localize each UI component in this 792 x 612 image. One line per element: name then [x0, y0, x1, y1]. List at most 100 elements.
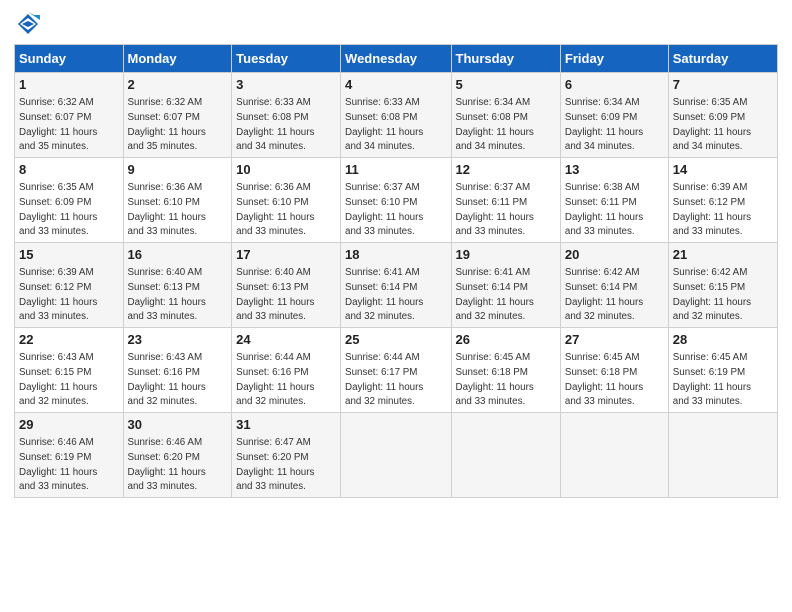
day-info: Sunrise: 6:46 AMSunset: 6:20 PMDaylight:…: [128, 437, 206, 492]
day-info: Sunrise: 6:36 AMSunset: 6:10 PMDaylight:…: [128, 182, 206, 237]
day-info: Sunrise: 6:40 AMSunset: 6:13 PMDaylight:…: [128, 267, 206, 322]
day-number: 31: [236, 416, 336, 434]
calendar-cell: 7 Sunrise: 6:35 AMSunset: 6:09 PMDaylight…: [668, 73, 777, 158]
day-number: 26: [456, 331, 556, 349]
day-number: 1: [19, 76, 119, 94]
day-info: Sunrise: 6:42 AMSunset: 6:14 PMDaylight:…: [565, 267, 643, 322]
day-info: Sunrise: 6:32 AMSunset: 6:07 PMDaylight:…: [19, 97, 97, 152]
day-number: 30: [128, 416, 228, 434]
calendar-cell: 22 Sunrise: 6:43 AMSunset: 6:15 PMDayligh…: [15, 328, 124, 413]
day-number: 16: [128, 246, 228, 264]
day-info: Sunrise: 6:37 AMSunset: 6:11 PMDaylight:…: [456, 182, 534, 237]
day-number: 11: [345, 161, 446, 179]
day-info: Sunrise: 6:41 AMSunset: 6:14 PMDaylight:…: [345, 267, 423, 322]
calendar-cell: 4 Sunrise: 6:33 AMSunset: 6:08 PMDaylight…: [341, 73, 451, 158]
logo: [14, 10, 46, 38]
day-number: 12: [456, 161, 556, 179]
calendar-cell: [341, 413, 451, 498]
calendar-cell: 17 Sunrise: 6:40 AMSunset: 6:13 PMDayligh…: [232, 243, 341, 328]
day-number: 23: [128, 331, 228, 349]
day-number: 25: [345, 331, 446, 349]
day-info: Sunrise: 6:35 AMSunset: 6:09 PMDaylight:…: [19, 182, 97, 237]
calendar-cell: 20 Sunrise: 6:42 AMSunset: 6:14 PMDayligh…: [560, 243, 668, 328]
day-number: 27: [565, 331, 664, 349]
day-number: 24: [236, 331, 336, 349]
calendar-cell: 23 Sunrise: 6:43 AMSunset: 6:16 PMDayligh…: [123, 328, 232, 413]
day-header-thursday: Thursday: [451, 45, 560, 73]
calendar-cell: 24 Sunrise: 6:44 AMSunset: 6:16 PMDayligh…: [232, 328, 341, 413]
calendar-cell: 1 Sunrise: 6:32 AMSunset: 6:07 PMDaylight…: [15, 73, 124, 158]
calendar-header-row: SundayMondayTuesdayWednesdayThursdayFrid…: [15, 45, 778, 73]
day-number: 14: [673, 161, 773, 179]
day-number: 2: [128, 76, 228, 94]
calendar-week-4: 22 Sunrise: 6:43 AMSunset: 6:15 PMDayligh…: [15, 328, 778, 413]
day-info: Sunrise: 6:45 AMSunset: 6:18 PMDaylight:…: [565, 352, 643, 407]
calendar-cell: 3Sunrise: 6:33 AMSunset: 6:08 PMDaylight…: [232, 73, 341, 158]
day-info: Sunrise: 6:47 AMSunset: 6:20 PMDaylight:…: [236, 437, 314, 492]
calendar-cell: 9 Sunrise: 6:36 AMSunset: 6:10 PMDaylight…: [123, 158, 232, 243]
day-number: 17: [236, 246, 336, 264]
day-number: 19: [456, 246, 556, 264]
calendar-cell: 15Sunrise: 6:39 AMSunset: 6:12 PMDayligh…: [15, 243, 124, 328]
calendar-cell: 28Sunrise: 6:45 AMSunset: 6:19 PMDayligh…: [668, 328, 777, 413]
day-info: Sunrise: 6:33 AMSunset: 6:08 PMDaylight:…: [345, 97, 423, 152]
calendar-cell: 11 Sunrise: 6:37 AMSunset: 6:10 PMDayligh…: [341, 158, 451, 243]
day-number: 4: [345, 76, 446, 94]
day-info: Sunrise: 6:42 AMSunset: 6:15 PMDaylight:…: [673, 267, 751, 322]
day-number: 22: [19, 331, 119, 349]
day-number: 20: [565, 246, 664, 264]
calendar-cell: 8 Sunrise: 6:35 AMSunset: 6:09 PMDaylight…: [15, 158, 124, 243]
calendar-cell: 16 Sunrise: 6:40 AMSunset: 6:13 PMDayligh…: [123, 243, 232, 328]
calendar-week-1: 1 Sunrise: 6:32 AMSunset: 6:07 PMDaylight…: [15, 73, 778, 158]
day-number: 10: [236, 161, 336, 179]
calendar-cell: 14Sunrise: 6:39 AMSunset: 6:12 PMDayligh…: [668, 158, 777, 243]
header: [14, 10, 778, 38]
day-header-friday: Friday: [560, 45, 668, 73]
day-info: Sunrise: 6:37 AMSunset: 6:10 PMDaylight:…: [345, 182, 423, 237]
day-info: Sunrise: 6:40 AMSunset: 6:13 PMDaylight:…: [236, 267, 314, 322]
calendar-cell: 2 Sunrise: 6:32 AMSunset: 6:07 PMDaylight…: [123, 73, 232, 158]
calendar-week-3: 15Sunrise: 6:39 AMSunset: 6:12 PMDayligh…: [15, 243, 778, 328]
day-info: Sunrise: 6:33 AMSunset: 6:08 PMDaylight:…: [236, 97, 314, 152]
calendar-cell: 29 Sunrise: 6:46 AMSunset: 6:19 PMDayligh…: [15, 413, 124, 498]
day-info: Sunrise: 6:45 AMSunset: 6:19 PMDaylight:…: [673, 352, 751, 407]
day-info: Sunrise: 6:35 AMSunset: 6:09 PMDaylight:…: [673, 97, 751, 152]
calendar-cell: 10 Sunrise: 6:36 AMSunset: 6:10 PMDayligh…: [232, 158, 341, 243]
calendar-table: SundayMondayTuesdayWednesdayThursdayFrid…: [14, 44, 778, 498]
day-header-saturday: Saturday: [668, 45, 777, 73]
day-number: 8: [19, 161, 119, 179]
day-header-wednesday: Wednesday: [341, 45, 451, 73]
day-info: Sunrise: 6:43 AMSunset: 6:16 PMDaylight:…: [128, 352, 206, 407]
day-info: Sunrise: 6:32 AMSunset: 6:07 PMDaylight:…: [128, 97, 206, 152]
calendar-cell: 5 Sunrise: 6:34 AMSunset: 6:08 PMDaylight…: [451, 73, 560, 158]
day-info: Sunrise: 6:34 AMSunset: 6:08 PMDaylight:…: [456, 97, 534, 152]
day-number: 5: [456, 76, 556, 94]
day-info: Sunrise: 6:46 AMSunset: 6:19 PMDaylight:…: [19, 437, 97, 492]
day-number: 13: [565, 161, 664, 179]
calendar-week-2: 8 Sunrise: 6:35 AMSunset: 6:09 PMDaylight…: [15, 158, 778, 243]
day-info: Sunrise: 6:45 AMSunset: 6:18 PMDaylight:…: [456, 352, 534, 407]
calendar-cell: 25Sunrise: 6:44 AMSunset: 6:17 PMDayligh…: [341, 328, 451, 413]
calendar-cell: 21Sunrise: 6:42 AMSunset: 6:15 PMDayligh…: [668, 243, 777, 328]
day-info: Sunrise: 6:36 AMSunset: 6:10 PMDaylight:…: [236, 182, 314, 237]
day-info: Sunrise: 6:34 AMSunset: 6:09 PMDaylight:…: [565, 97, 643, 152]
calendar-cell: 6Sunrise: 6:34 AMSunset: 6:09 PMDaylight…: [560, 73, 668, 158]
calendar-cell: 18 Sunrise: 6:41 AMSunset: 6:14 PMDayligh…: [341, 243, 451, 328]
day-number: 18: [345, 246, 446, 264]
day-info: Sunrise: 6:43 AMSunset: 6:15 PMDaylight:…: [19, 352, 97, 407]
calendar-body: 1 Sunrise: 6:32 AMSunset: 6:07 PMDaylight…: [15, 73, 778, 498]
day-number: 29: [19, 416, 119, 434]
calendar-cell: [560, 413, 668, 498]
calendar-cell: [451, 413, 560, 498]
logo-icon: [14, 10, 42, 38]
day-header-tuesday: Tuesday: [232, 45, 341, 73]
calendar-cell: 13 Sunrise: 6:38 AMSunset: 6:11 PMDayligh…: [560, 158, 668, 243]
day-info: Sunrise: 6:39 AMSunset: 6:12 PMDaylight:…: [19, 267, 97, 322]
day-number: 9: [128, 161, 228, 179]
calendar-cell: [668, 413, 777, 498]
day-number: 7: [673, 76, 773, 94]
day-header-sunday: Sunday: [15, 45, 124, 73]
calendar-cell: 19Sunrise: 6:41 AMSunset: 6:14 PMDayligh…: [451, 243, 560, 328]
day-info: Sunrise: 6:44 AMSunset: 6:16 PMDaylight:…: [236, 352, 314, 407]
day-info: Sunrise: 6:38 AMSunset: 6:11 PMDaylight:…: [565, 182, 643, 237]
